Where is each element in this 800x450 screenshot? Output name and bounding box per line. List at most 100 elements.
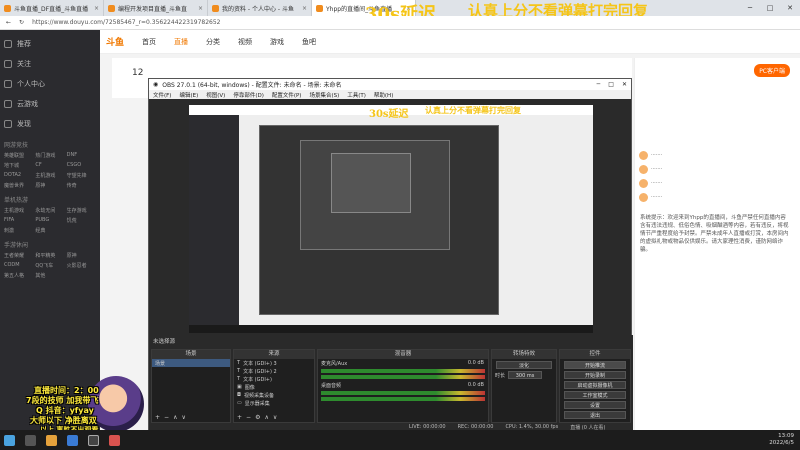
recursive-obs-2 <box>300 140 450 250</box>
sidebar-section-title: 网游竞技 <box>4 142 29 149</box>
sidebar-item[interactable]: 云游戏 <box>4 94 96 114</box>
sidebar-item[interactable]: 个人中心 <box>4 74 96 94</box>
recommend-icon <box>4 40 12 48</box>
sidebar-item[interactable]: 推荐 <box>4 34 96 54</box>
remove-icon[interactable]: − <box>164 414 169 421</box>
close-window-icon[interactable]: ✕ <box>780 0 800 16</box>
close-icon[interactable]: × <box>94 5 99 12</box>
close-icon[interactable]: × <box>302 5 307 12</box>
source-item[interactable]: T 文本 (GDI+) 3 <box>234 359 314 367</box>
file-explorer-icon[interactable] <box>46 434 57 446</box>
clock-date: 2022/6/5 <box>769 440 794 446</box>
nav-item[interactable]: 鱼吧 <box>302 37 316 47</box>
avatar <box>639 164 648 174</box>
obs-preview-canvas[interactable]: 30s延迟 认真上分不看弹幕打完回复 <box>189 105 593 333</box>
audio-mixer-panel: 混音器 麦克风/Aux 0.0 dB 桌面音频 0.0 dB <box>317 349 489 423</box>
menu-item[interactable]: 文件(F) <box>153 91 171 99</box>
browser-tab[interactable]: 编程开发项目直播_斗鱼直 × <box>104 0 208 16</box>
back-icon[interactable]: ← <box>6 19 11 26</box>
camera-icon: ◘ <box>237 392 241 398</box>
transition-select[interactable]: 淡化 <box>496 361 552 369</box>
rank-item: ······· <box>635 176 800 190</box>
nav-item[interactable]: 首页 <box>142 37 156 47</box>
nav-item[interactable]: 游戏 <box>270 37 284 47</box>
start-recording-button[interactable]: 开始录制 <box>564 371 626 379</box>
settings-button[interactable]: 设置 <box>564 401 626 409</box>
compass-icon <box>4 120 12 128</box>
volume-slider[interactable] <box>321 397 485 401</box>
duration-row: 时长 300 ms <box>492 371 556 379</box>
nav-item-active[interactable]: 直播 <box>174 37 188 47</box>
close-icon[interactable]: × <box>198 5 203 12</box>
menu-item[interactable]: 配置文件(P) <box>272 91 302 99</box>
douyu-favicon-icon <box>4 4 11 12</box>
start-streaming-button[interactable]: 开始推流 <box>564 361 626 369</box>
douyu-logo[interactable]: 斗鱼 <box>106 35 124 48</box>
obs-taskbar-icon[interactable] <box>88 434 99 446</box>
category-grid: 主机游戏 永劫无间 生存游戏 FIFA PUBG 饥荒 刺激 经典 <box>4 208 87 234</box>
douyu-favicon-icon <box>108 4 115 12</box>
down-icon[interactable]: ∨ <box>273 414 277 421</box>
browser-tab[interactable]: 斗鱼直播_DF直播_斗鱼直播 × <box>0 0 104 16</box>
windows-start-icon[interactable] <box>4 434 15 446</box>
windows-taskbar: 13:09 2022/6/5 <box>0 430 800 450</box>
rank-item: ······· <box>635 162 800 176</box>
volume-slider[interactable] <box>321 375 485 379</box>
add-icon[interactable]: + <box>237 414 242 421</box>
menu-item[interactable]: 工具(T) <box>347 91 366 99</box>
virtual-camera-button[interactable]: 启动虚拟摄像机 <box>564 381 626 389</box>
down-icon[interactable]: ∨ <box>181 414 185 421</box>
controls-panel: 控件 开始推流 开始录制 启动虚拟摄像机 工作室模式 设置 退出 <box>559 349 631 423</box>
menu-item[interactable]: 场景集合(S) <box>309 91 339 99</box>
sidebar-section-title: 单机热游 <box>4 197 29 204</box>
sidebar-item[interactable]: 关注 <box>4 54 96 74</box>
sidebar-item[interactable]: 发现 <box>4 114 96 134</box>
menu-item[interactable]: 帮助(H) <box>374 91 393 99</box>
browser-icon[interactable] <box>67 434 78 446</box>
system-tray[interactable]: 13:09 2022/6/5 <box>769 430 794 450</box>
app-icon[interactable] <box>109 434 120 446</box>
recursive-obs-3 <box>331 153 411 213</box>
minimize-icon[interactable]: ─ <box>597 81 601 88</box>
douyu-favicon-icon <box>212 4 219 12</box>
refresh-icon[interactable]: ↻ <box>19 19 24 26</box>
search-icon[interactable] <box>25 434 36 446</box>
mixer-channel: 麦克风/Aux 0.0 dB <box>321 360 484 367</box>
remove-icon[interactable]: − <box>246 414 251 421</box>
source-item[interactable]: T 文本 (GDI+) 2 <box>234 367 314 375</box>
scene-item[interactable]: 场景 <box>152 359 230 367</box>
up-icon[interactable]: ∧ <box>264 414 268 421</box>
up-icon[interactable]: ∧ <box>173 414 177 421</box>
preview-overlay-notice: 认真上分不看弹幕打完回复 <box>425 105 521 115</box>
close-icon[interactable]: ✕ <box>622 81 627 88</box>
obs-titlebar: ◉ OBS 27.0.1 (64-bit, windows) - 配置文件: 未… <box>149 79 631 90</box>
sidebar-section-title: 手游休闲 <box>4 242 29 249</box>
volume-meter <box>321 369 485 373</box>
add-icon[interactable]: + <box>155 414 160 421</box>
nav-item[interactable]: 分类 <box>206 37 220 47</box>
maximize-icon[interactable]: □ <box>608 81 614 88</box>
source-item[interactable]: ◘ 视频采集设备 <box>234 391 314 399</box>
obs-menubar: 文件(F) 编辑(E) 视图(V) 停靠部件(D) 配置文件(P) 场景集合(S… <box>149 90 631 99</box>
source-item[interactable]: ▣ 图像 <box>234 383 314 391</box>
nav-item[interactable]: 视频 <box>238 37 252 47</box>
heart-icon <box>4 60 12 68</box>
chat-system-message: 系统提示：欢迎来到Yhpp的直播间，斗鱼严禁任何直播内容含有违法违规、低俗色情、… <box>640 215 789 253</box>
source-item[interactable]: ▭ 显示器采集 <box>234 399 314 407</box>
preview-overlay-delay: 30s延迟 <box>369 109 409 120</box>
source-item[interactable]: T 文本 (GDI+) <box>234 375 314 383</box>
gear-icon[interactable]: ⚙ <box>255 414 260 421</box>
browser-tab[interactable]: 我的资料 - 个人中心 - 斗鱼 × <box>208 0 312 16</box>
url-field[interactable]: https://www.douyu.com/72585467_r=0.35622… <box>32 19 220 26</box>
menu-item[interactable]: 编辑(E) <box>179 91 198 99</box>
avatar <box>639 150 648 160</box>
duration-input[interactable]: 300 ms <box>508 371 543 379</box>
exit-button[interactable]: 退出 <box>564 411 626 419</box>
studio-mode-button[interactable]: 工作室模式 <box>564 391 626 399</box>
minimize-icon[interactable]: ─ <box>740 0 760 16</box>
menu-item[interactable]: 视图(V) <box>206 91 225 99</box>
mixer-channel: 桌面音频 0.0 dB <box>321 382 484 389</box>
maximize-icon[interactable]: □ <box>760 0 780 16</box>
menu-item[interactable]: 停靠部件(D) <box>233 91 264 99</box>
pc-client-button[interactable]: PC客户端 <box>754 64 790 77</box>
